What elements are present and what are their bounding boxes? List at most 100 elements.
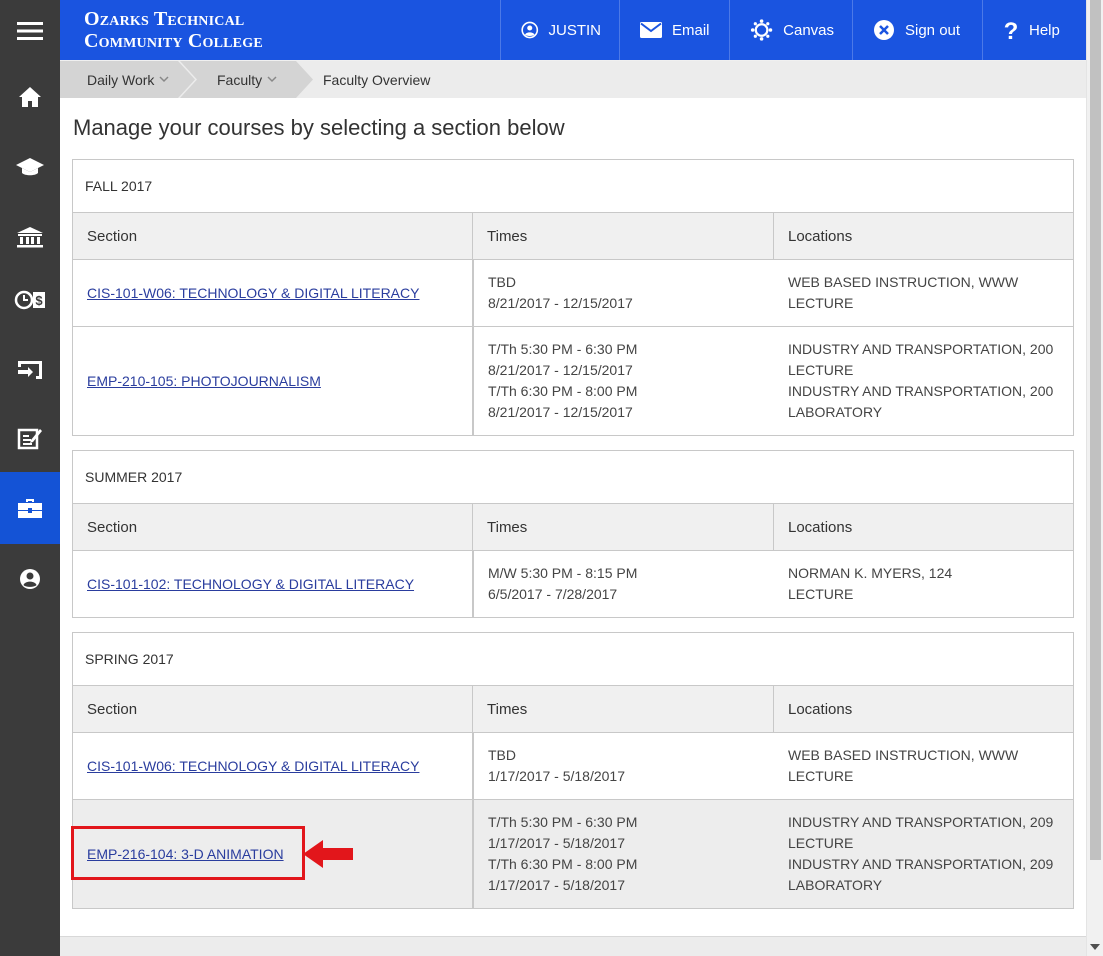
time-line: 1/17/2017 - 5/18/2017 [488,877,626,893]
briefcase-icon [18,499,42,518]
logo-line-1: Ozarks Technical [84,8,245,30]
close-circle-icon [874,20,894,40]
locations-cell: INDUSTRY AND TRANSPORTATION, 209 LECTURE… [774,800,1073,908]
time-line: T/Th 5:30 PM - 6:30 PM [488,341,638,357]
svg-text:$: $ [35,293,43,308]
nav-help[interactable]: ? Help [982,0,1086,60]
column-header-section: Section [73,504,473,550]
location-line: NORMAN K. MYERS, 124 [788,565,953,581]
time-line: 1/17/2017 - 5/18/2017 [488,768,626,784]
column-header-locations: Locations [788,518,853,536]
times-cell: TBD 1/17/2017 - 5/18/2017 [473,733,774,799]
location-line: INDUSTRY AND TRANSPORTATION, 200 [788,383,1054,399]
time-line: TBD [488,274,516,290]
sidebar-item-exit[interactable] [0,335,60,405]
top-header: Ozarks Technical Community College JUSTI… [60,0,1086,60]
breadcrumb-faculty[interactable]: Faculty [217,61,277,98]
locations-cell: WEB BASED INSTRUCTION, WWW LECTURE [774,260,1073,326]
section-link[interactable]: EMP-210-105: PHOTOJOURNALISM [87,371,321,392]
nav-user-label: JUSTIN [548,21,602,39]
nav-sign-out[interactable]: Sign out [852,0,982,60]
sidebar-item-profile[interactable] [0,544,60,614]
location-line: LECTURE [788,835,854,851]
column-header-locations: Locations [788,227,853,245]
table-row: EMP-210-105: PHOTOJOURNALISM T/Th 5:30 P… [73,327,1073,435]
locations-cell: NORMAN K. MYERS, 124 LECTURE [774,551,1073,617]
column-header-times: Times [473,213,774,259]
sidebar-item-payments[interactable]: $ [0,265,60,335]
locations-cell: WEB BASED INSTRUCTION, WWW LECTURE [774,733,1073,799]
section-link[interactable]: CIS-101-102: TECHNOLOGY & DIGITAL LITERA… [87,574,414,595]
breadcrumb: Daily Work Faculty Faculty Overview [60,61,1086,98]
exit-icon [18,361,42,379]
bank-icon [17,227,43,248]
sidebar-item-finance[interactable] [0,202,60,272]
nav-canvas-label: Canvas [783,21,834,39]
times-cell: T/Th 5:30 PM - 6:30 PM 1/17/2017 - 5/18/… [473,800,774,908]
time-line: T/Th 5:30 PM - 6:30 PM [488,814,638,830]
location-line: WEB BASED INSTRUCTION, WWW [788,274,1019,290]
scroll-thumb[interactable] [1090,0,1101,860]
location-line: LECTURE [788,768,854,784]
edit-form-icon [17,428,42,450]
menu-icon [17,22,43,40]
term-title: FALL 2017 [73,160,1073,213]
time-line: 8/21/2017 - 12/15/2017 [488,362,633,378]
menu-button[interactable] [0,0,60,62]
section-link[interactable]: CIS-101-W06: TECHNOLOGY & DIGITAL LITERA… [87,756,419,777]
logo-line-2: Community College [84,30,263,52]
location-line: INDUSTRY AND TRANSPORTATION, 200 [788,341,1054,357]
page-scrollbar[interactable] [1086,0,1103,956]
chevron-down-icon [267,76,277,83]
breadcrumb-faculty-label: Faculty [217,71,263,88]
nav-canvas[interactable]: Canvas [729,0,852,60]
time-line: TBD [488,747,516,763]
table-row: CIS-101-W06: TECHNOLOGY & DIGITAL LITERA… [73,733,1073,800]
scroll-down-arrow[interactable] [1090,944,1100,950]
times-cell: T/Th 5:30 PM - 6:30 PM 8/21/2017 - 12/15… [473,327,774,435]
column-header-times: Times [473,686,774,732]
time-line: 8/21/2017 - 12/15/2017 [488,295,633,311]
nav-user[interactable]: JUSTIN [500,0,619,60]
time-line: 8/21/2017 - 12/15/2017 [488,404,633,420]
time-line: M/W 5:30 PM - 8:15 PM [488,565,638,581]
times-cell: M/W 5:30 PM - 8:15 PM 6/5/2017 - 7/28/20… [473,551,774,617]
canvas-icon [750,19,773,41]
sidebar-item-academics[interactable] [0,132,60,202]
column-header-section: Section [73,686,473,732]
breadcrumb-daily-work[interactable]: Daily Work [87,61,169,98]
time-line: T/Th 6:30 PM - 8:00 PM [488,856,638,872]
breadcrumb-faculty-overview: Faculty Overview [323,61,430,98]
locations-cell: INDUSTRY AND TRANSPORTATION, 200 LECTURE… [774,327,1073,435]
nav-email[interactable]: Email [619,0,729,60]
page-title: Manage your courses by selecting a secti… [73,115,565,140]
sidebar-item-faculty[interactable] [0,472,60,544]
location-line: LABORATORY [788,877,883,893]
table-row: CIS-101-W06: TECHNOLOGY & DIGITAL LITERA… [73,260,1073,327]
user-circle-icon [20,569,40,589]
college-logo[interactable]: Ozarks Technical Community College [84,8,263,52]
column-header-locations: Locations [788,700,853,718]
question-icon: ? [1004,18,1019,42]
term-title: SPRING 2017 [73,633,1073,686]
column-header-section: Section [73,213,473,259]
table-header: Section Times Locations [73,213,1073,260]
annotation-highlight-box [71,826,305,880]
sidebar-item-home[interactable] [0,62,60,132]
time-line: 1/17/2017 - 5/18/2017 [488,835,626,851]
nav-sign-out-label: Sign out [905,21,961,39]
time-line: 6/5/2017 - 7/28/2017 [488,586,618,602]
location-line: LECTURE [788,362,854,378]
envelope-icon [640,22,662,38]
location-line: LECTURE [788,295,854,311]
location-line: WEB BASED INSTRUCTION, WWW [788,747,1019,763]
sidebar-item-forms[interactable] [0,403,60,473]
term-fall-2017: FALL 2017 Section Times Locations CIS-10… [72,159,1074,436]
nav-email-label: Email [672,21,710,39]
svg-text:?: ? [1004,18,1019,42]
section-link[interactable]: CIS-101-W06: TECHNOLOGY & DIGITAL LITERA… [87,283,419,304]
location-line: LABORATORY [788,404,883,420]
header-nav: JUSTIN Email Canvas Sign out ? Help [500,0,1086,60]
breadcrumb-current-label: Faculty Overview [323,71,431,88]
table-header: Section Times Locations [73,504,1073,551]
